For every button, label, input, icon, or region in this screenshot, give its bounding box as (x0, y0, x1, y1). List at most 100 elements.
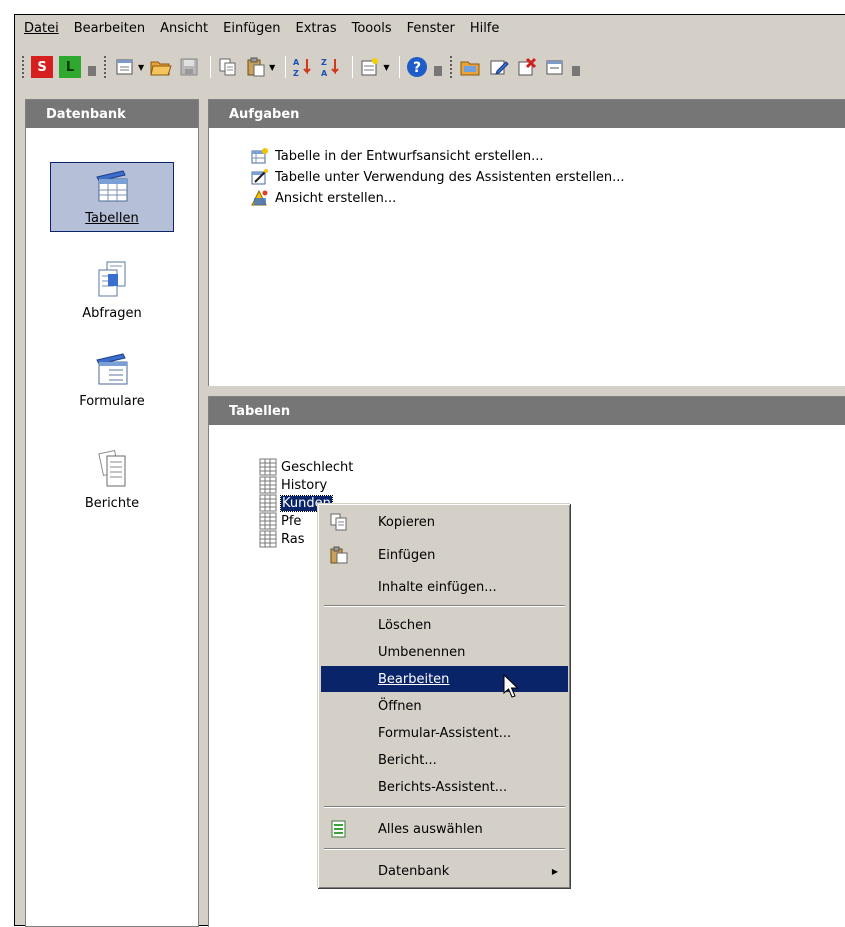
mouse-cursor-icon (503, 674, 519, 698)
copy-button[interactable] (216, 55, 240, 79)
menu-bar: Datei Bearbeiten Ansicht Einfügen Extras… (15, 15, 845, 41)
ctx-datenbank-submenu[interactable]: Datenbank ▶ (321, 858, 568, 884)
tasks-panel-header: Aufgaben (209, 100, 845, 128)
ctx-oeffnen[interactable]: Öffnen (321, 693, 568, 719)
svg-text:Z: Z (321, 58, 327, 67)
save-icon (180, 58, 198, 76)
new-document-button[interactable] (113, 55, 137, 79)
category-label: Tabellen (85, 211, 139, 226)
form-icon (361, 58, 379, 76)
form-dropdown-arrow-icon[interactable]: ▼ (383, 63, 389, 72)
edit-icon (490, 60, 510, 75)
sort-descending-icon: ZA (321, 58, 340, 78)
help-icon: ? (407, 57, 428, 77)
ctx-umbenennen[interactable]: Umbenennen (321, 639, 568, 665)
help-button[interactable]: ? (405, 55, 429, 79)
database-panel: Datenbank Tabellen Abfragen Formulare Be… (25, 99, 199, 927)
toolbar-dropdown-2[interactable] (433, 55, 443, 79)
menu-toools[interactable]: Toools (352, 21, 392, 36)
edit-button[interactable] (487, 55, 511, 79)
category-abfragen[interactable]: Abfragen (50, 260, 174, 330)
table-design-icon (251, 148, 268, 164)
open-database-object-button[interactable] (459, 55, 483, 79)
ctx-loeschen[interactable]: Löschen (321, 612, 568, 638)
ctx-einfuegen[interactable]: Einfügen (321, 542, 568, 568)
new-document-icon (116, 59, 133, 75)
copy-icon (219, 58, 236, 76)
toolbar-grip[interactable] (21, 55, 25, 79)
ctx-bearbeiten[interactable]: Bearbeiten (321, 666, 568, 692)
menu-fenster[interactable]: Fenster (407, 21, 455, 36)
view-create-icon (251, 190, 268, 206)
table-row[interactable]: Ras (259, 530, 305, 548)
select-all-icon (331, 820, 346, 838)
ctx-inhalte-einfuegen[interactable]: Inhalte einfügen... (321, 574, 568, 600)
ctx-berichts-assistent[interactable]: Berichts-Assistent... (321, 774, 568, 800)
toolbar-grip-3[interactable] (449, 55, 454, 79)
database-panel-header: Datenbank (26, 100, 198, 128)
rename-button[interactable] (543, 55, 567, 79)
ctx-separator (324, 605, 565, 607)
table-wizard-icon (251, 169, 268, 185)
svg-text:A: A (321, 69, 328, 78)
open-folder-icon (150, 61, 172, 76)
context-menu: Kopieren Einfügen Inhalte einfügen... Lö… (317, 503, 570, 888)
category-formulare[interactable]: Formulare (50, 352, 174, 422)
submenu-arrow-icon: ▶ (551, 866, 558, 876)
forms-icon (96, 353, 128, 385)
delete-button[interactable] (515, 55, 539, 79)
menu-hilfe[interactable]: Hilfe (470, 21, 500, 36)
sort-descending-button[interactable]: ZA (319, 55, 343, 79)
table-icon (259, 530, 277, 548)
queries-icon (98, 261, 126, 297)
form-button[interactable] (358, 55, 382, 79)
ctx-bericht[interactable]: Bericht... (321, 747, 568, 773)
paste-dropdown-arrow-icon[interactable]: ▼ (269, 63, 275, 72)
ctx-separator (324, 806, 565, 808)
sort-ascending-icon: AZ (293, 58, 312, 78)
tables-icon (96, 170, 128, 202)
l-button[interactable]: L (59, 56, 81, 78)
rename-icon (546, 60, 563, 75)
category-label: Berichte (84, 496, 140, 511)
menu-extras[interactable]: Extras (296, 21, 337, 36)
toolbar-dropdown-1[interactable] (87, 55, 97, 79)
ctx-formular-assistent[interactable]: Formular-Assistent... (321, 720, 568, 746)
table-icon (259, 494, 277, 512)
ctx-alles-auswaehlen[interactable]: Alles auswählen (321, 816, 568, 842)
sort-ascending-button[interactable]: AZ (291, 55, 315, 79)
menu-ansicht[interactable]: Ansicht (160, 21, 208, 36)
open-button[interactable] (149, 55, 173, 79)
menu-einfuegen[interactable]: Einfügen (223, 21, 280, 36)
category-label: Formulare (79, 394, 145, 409)
reports-icon (98, 450, 126, 487)
delete-icon (518, 57, 537, 76)
copy-icon (330, 513, 347, 531)
table-row[interactable]: Pfe (259, 512, 301, 530)
table-row[interactable]: History (259, 476, 327, 494)
paste-button[interactable] (244, 55, 268, 79)
toolbar: S L ▼ ▼ AZ ZA ▼ ? (15, 41, 845, 93)
svg-text:?: ? (413, 60, 421, 76)
svg-text:A: A (293, 58, 300, 67)
table-icon (259, 458, 277, 476)
ctx-kopieren[interactable]: Kopieren (321, 509, 568, 535)
new-dropdown-arrow-icon[interactable]: ▼ (138, 63, 144, 72)
task-create-wizard[interactable]: Tabelle unter Verwendung des Assistenten… (251, 169, 624, 185)
category-berichte[interactable]: Berichte (50, 450, 174, 520)
task-create-view[interactable]: Ansicht erstellen... (251, 190, 396, 206)
svg-text:Z: Z (293, 69, 299, 78)
paste-icon (247, 57, 265, 77)
menu-datei[interactable]: Datei (24, 21, 59, 36)
menu-bearbeiten[interactable]: Bearbeiten (74, 21, 145, 36)
table-row[interactable]: Geschlecht (259, 458, 353, 476)
save-button[interactable] (177, 55, 201, 79)
toolbar-dropdown-3[interactable] (571, 55, 581, 79)
task-create-design-view[interactable]: Tabelle in der Entwurfsansicht erstellen… (251, 148, 543, 164)
toolbar-grip-2[interactable] (103, 55, 107, 79)
s-button[interactable]: S (31, 56, 53, 78)
category-tabellen[interactable]: Tabellen (50, 162, 174, 232)
folder-open-icon (460, 61, 480, 76)
tasks-panel: Aufgaben Tabelle in der Entwurfsansicht … (208, 99, 845, 386)
table-icon (259, 512, 277, 530)
